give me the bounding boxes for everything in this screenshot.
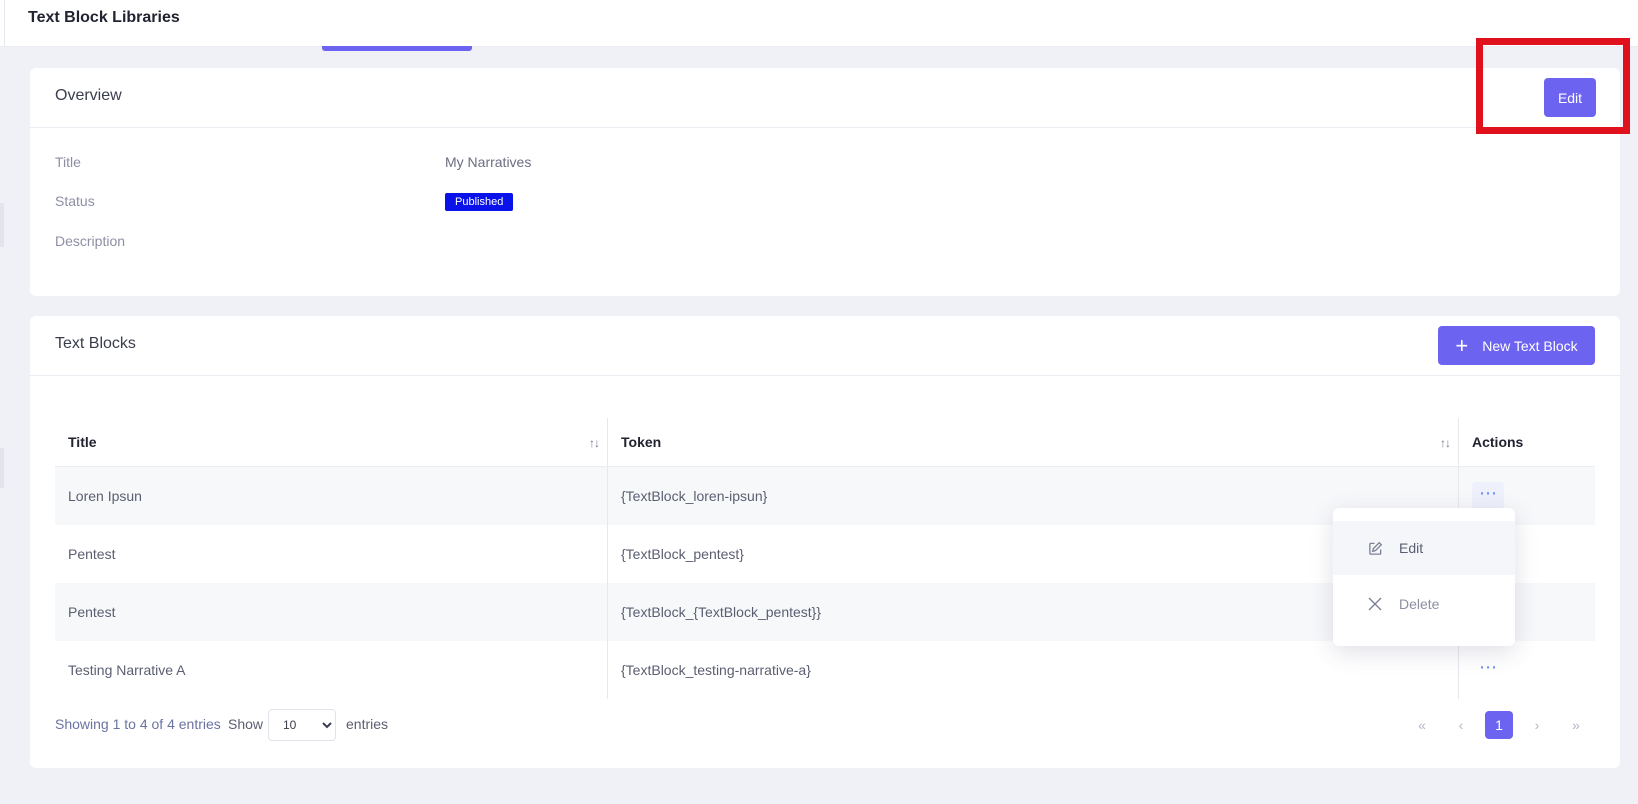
row-actions-menu: Edit Delete [1333,508,1515,646]
row-actions: ⋯ [1459,641,1596,699]
show-label: Show [228,716,264,732]
status-badge: Published [445,193,514,211]
row-token: {TextBlock_pentest} [607,525,1459,583]
menu-item-delete[interactable]: Delete [1333,577,1515,631]
sort-icon[interactable]: ↑↓ [589,436,600,450]
row-title: Testing Narrative A [55,641,608,699]
row-title: Pentest [55,525,608,583]
column-header-token-label: Token [621,434,662,450]
table-row: Testing Narrative A {TextBlock_testing-n… [55,641,1595,699]
more-actions-icon[interactable]: ⋯ [1472,656,1504,684]
first-page-button[interactable]: « [1408,711,1436,739]
column-header-title[interactable]: Title ↑↓ [55,418,608,467]
edit-overview-button[interactable]: Edit [1544,78,1596,117]
close-icon [1365,597,1385,611]
plus-icon: + [1455,332,1469,358]
table-header-row: Title ↑↓ Token ↑↓ Actions [55,418,1595,467]
overview-title: Overview [55,87,122,104]
menu-item-edit[interactable]: Edit [1333,521,1515,575]
row-token: {TextBlock_testing-narrative-a} [607,641,1459,699]
text-blocks-title: Text Blocks [55,335,136,352]
new-text-block-label: New Text Block [1482,337,1578,354]
edit-icon [1365,541,1385,556]
column-header-token[interactable]: Token ↑↓ [607,418,1459,467]
page-number-button[interactable]: 1 [1485,711,1513,739]
last-page-button[interactable]: » [1562,711,1590,739]
top-bar: Text Block Libraries [0,0,1638,47]
row-title: Pentest [55,583,608,641]
row-title: Loren Ipsun [55,466,608,525]
page-title: Text Block Libraries [28,9,180,26]
sidebar-marker [0,448,4,488]
entries-info: Showing 1 to 4 of 4 entries [55,716,221,732]
status-label: Status [55,193,95,209]
column-header-actions: Actions [1458,418,1595,467]
more-actions-icon[interactable]: ⋯ [1472,482,1504,510]
next-page-button[interactable]: › [1523,711,1551,739]
column-header-title-label: Title [68,434,97,450]
sidebar-marker [0,203,4,247]
title-value: My Narratives [445,154,532,170]
menu-item-delete-label: Delete [1399,596,1440,612]
title-label: Title [55,154,81,170]
sort-icon[interactable]: ↑↓ [1440,436,1451,450]
description-label: Description [55,233,126,249]
sidebar-edge [4,0,5,46]
active-tab-indicator [322,46,472,51]
previous-page-button[interactable]: ‹ [1447,711,1475,739]
row-token: {TextBlock_{TextBlock_pentest}} [607,583,1459,641]
menu-item-edit-label: Edit [1399,540,1424,556]
overview-header: Overview Edit [30,68,1620,128]
overview-card: Overview Edit Title My Narratives Status… [30,68,1620,296]
page-size-select[interactable]: 10 [268,709,336,741]
new-text-block-button[interactable]: + New Text Block [1438,326,1595,365]
row-token: {TextBlock_loren-ipsun} [607,466,1459,525]
entries-label: entries [346,716,389,732]
text-blocks-header: Text Blocks + New Text Block [30,316,1620,376]
